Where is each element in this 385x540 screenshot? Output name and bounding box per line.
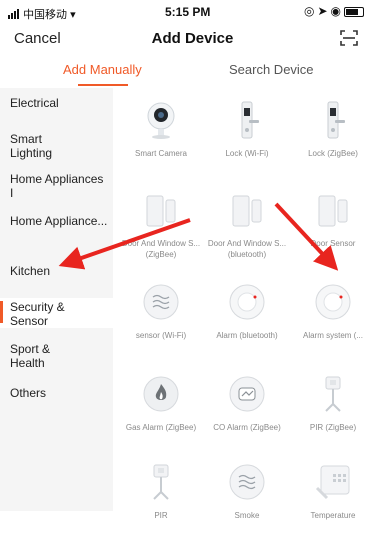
device-label: Alarm system (...: [302, 331, 363, 340]
sidebar-item-label: Smart Lighting: [10, 132, 53, 160]
device-label: Alarm (bluetooth): [216, 331, 278, 340]
sidebar-item-label: Home Appliance...: [10, 214, 108, 228]
wifi-icon: ▾: [70, 9, 76, 21]
wave-sensor-icon: [229, 464, 265, 500]
pir-sensor-icon: [325, 376, 341, 412]
device-co-alarm[interactable]: CO Alarm (ZigBee): [205, 364, 289, 452]
tab-search-device[interactable]: Search Device: [229, 62, 314, 77]
door-sensor-icon: [146, 195, 176, 227]
sidebar-item-label: Security & Sensor: [10, 300, 65, 328]
smoke-alarm-icon: [315, 284, 351, 320]
device-door-window-zigbee[interactable]: Door And Window S... (ZigBee): [119, 180, 203, 268]
carrier-name: 中国移动: [23, 9, 68, 21]
sidebar-item-home-appliances-2[interactable]: Home Appliance...: [0, 214, 110, 228]
status-bar: 中国移动 ▾ 5:15 PM ◎➤◉: [0, 0, 385, 26]
active-tab-indicator: [78, 84, 128, 86]
category-sidebar: Electrical Smart Lighting Home Appliance…: [0, 88, 113, 511]
device-smart-camera[interactable]: Smart Camera: [119, 90, 203, 178]
flame-icon: [143, 376, 179, 412]
device-label: Lock (ZigBee): [308, 149, 358, 158]
device-sensor-wifi[interactable]: sensor (Wi-Fi): [119, 272, 203, 360]
camera-icon: [147, 102, 175, 139]
tab-bar: Add Manually Search Device: [0, 56, 385, 88]
sidebar-item-sport-health[interactable]: Sport & Health: [0, 342, 113, 370]
device-gas-alarm[interactable]: Gas Alarm (ZigBee): [119, 364, 203, 452]
signal-icon: [8, 9, 20, 22]
sidebar-item-label: Home Appliances I: [10, 172, 104, 200]
sidebar-item-smart-lighting[interactable]: Smart Lighting: [0, 132, 80, 160]
door-lock-icon: [241, 101, 259, 139]
device-label: Door And Window S... (ZigBee): [121, 239, 201, 259]
sidebar-item-label: Electrical: [10, 96, 59, 110]
device-door-sensor[interactable]: Door Sensor: [291, 180, 375, 268]
pir-sensor-icon: [153, 464, 169, 500]
device-alarm-system[interactable]: Alarm system (...: [291, 272, 375, 360]
device-label: Door Sensor: [310, 239, 356, 248]
status-time: 5:15 PM: [165, 5, 211, 19]
temperature-sensor-icon: [315, 465, 350, 500]
sidebar-item-label: Others: [10, 386, 47, 400]
device-label: PIR: [154, 511, 168, 520]
tab-add-manually[interactable]: Add Manually: [63, 62, 142, 77]
device-pir[interactable]: PIR: [119, 452, 203, 540]
smoke-alarm-icon: [229, 284, 265, 320]
device-label: sensor (Wi-Fi): [135, 331, 187, 340]
door-sensor-icon: [318, 195, 348, 227]
lock-rotation-icon: ◎: [304, 4, 318, 18]
device-label: Lock (Wi-Fi): [225, 149, 269, 158]
device-temperature[interactable]: Temperature: [291, 452, 375, 540]
battery-icon: [344, 6, 365, 17]
scan-icon[interactable]: [340, 29, 358, 47]
device-pir-zigbee[interactable]: PIR (ZigBee): [291, 364, 375, 452]
device-label: Smoke: [234, 511, 260, 520]
wave-sensor-icon: [143, 284, 179, 320]
device-label: Temperature: [310, 511, 356, 520]
device-label: CO Alarm (ZigBee): [213, 423, 281, 432]
sidebar-item-security-sensor[interactable]: Security & Sensor: [0, 298, 113, 328]
sidebar-item-kitchen[interactable]: Kitchen: [0, 264, 113, 278]
device-alarm-bluetooth[interactable]: Alarm (bluetooth): [205, 272, 289, 360]
co-alarm-icon: [229, 376, 265, 412]
device-lock-zigbee[interactable]: Lock (ZigBee): [291, 90, 375, 178]
carrier-info: 中国移动 ▾: [8, 6, 76, 22]
alarm-icon: ◉: [330, 4, 345, 18]
sidebar-item-label: Sport & Health: [10, 342, 51, 370]
device-label: Smart Camera: [134, 149, 187, 158]
device-label: PIR (ZigBee): [309, 423, 357, 432]
door-lock-icon: [327, 101, 345, 139]
navigation-bar: Cancel Add Device: [0, 26, 385, 54]
device-grid: Smart Camera Lock (Wi-Fi) Lock (ZigBee) …: [113, 88, 385, 520]
sidebar-item-home-appliances-1[interactable]: Home Appliances I: [0, 172, 110, 200]
cancel-button[interactable]: Cancel: [14, 30, 61, 47]
door-sensor-icon: [232, 195, 262, 227]
device-label: Gas Alarm (ZigBee): [125, 423, 197, 432]
location-icon: ➤: [317, 4, 331, 18]
device-smoke[interactable]: Smoke: [205, 452, 289, 540]
device-lock-wifi[interactable]: Lock (Wi-Fi): [205, 90, 289, 178]
status-icons: ◎➤◉: [304, 4, 365, 18]
sidebar-item-electrical[interactable]: Electrical: [0, 96, 113, 110]
device-label: Door And Window S... (bluetooth): [207, 239, 287, 259]
device-door-window-bluetooth[interactable]: Door And Window S... (bluetooth): [205, 180, 289, 268]
sidebar-item-others[interactable]: Others: [0, 386, 113, 400]
sidebar-item-label: Kitchen: [10, 264, 51, 278]
